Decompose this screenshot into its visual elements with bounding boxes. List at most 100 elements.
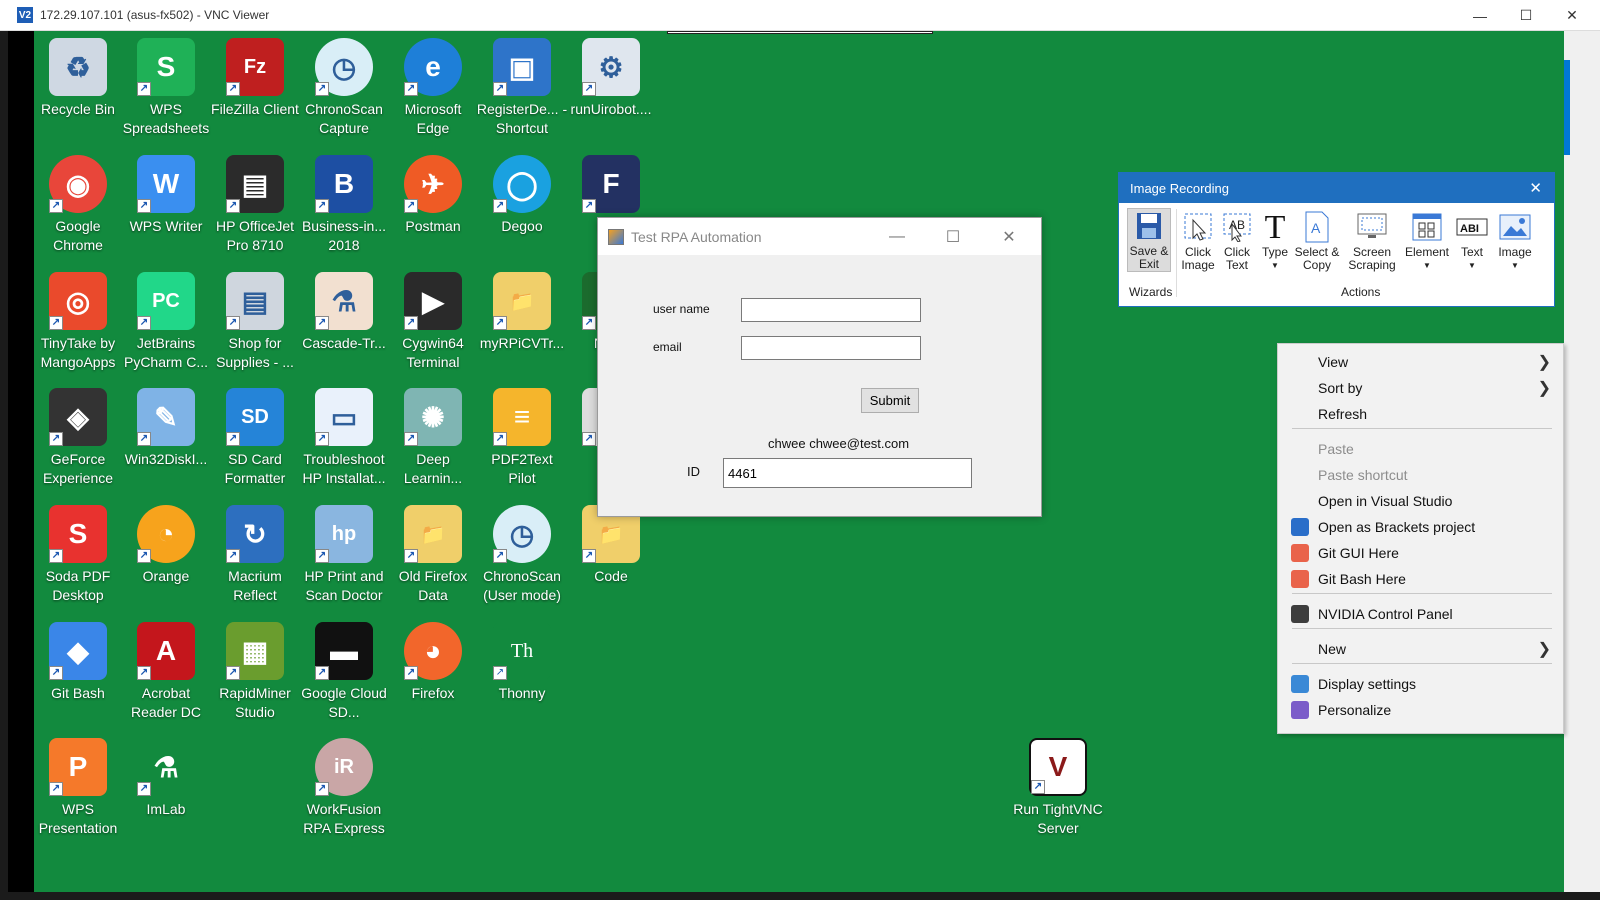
click-image-button[interactable]: Click Image	[1176, 210, 1220, 272]
menu-item-new[interactable]: New ❯	[1278, 636, 1565, 662]
test-minimize-button[interactable]: —	[874, 218, 920, 255]
desktop-icon-imlab[interactable]: ⚗ ↗ ImLab	[120, 738, 212, 819]
element-dropdown-icon: ▼	[1423, 261, 1431, 270]
disk-imager-icon: ✎ ↗	[137, 388, 195, 446]
menu-item-display-settings[interactable]: Display settings	[1278, 671, 1565, 697]
workfusion-icon: iR ↗	[315, 738, 373, 796]
image-recording-close-button[interactable]: ✕	[1529, 179, 1542, 197]
image-label: Image	[1498, 245, 1532, 259]
menu-item-refresh[interactable]: Refresh	[1278, 401, 1565, 427]
desktop-icon-macrium[interactable]: ↻ ↗ Macrium Reflect	[209, 505, 301, 605]
desktop-icon-label: ChronoScan (User mode)	[483, 568, 561, 603]
shortcut-arrow-icon: ↗	[226, 82, 240, 96]
desktop-icon-thonny[interactable]: Th ↗ Thonny	[476, 622, 568, 703]
folder-icon: 📁 ↗	[493, 272, 551, 330]
desktop-icon-degoo[interactable]: ◯ ↗ Degoo	[476, 155, 568, 236]
desktop-icon-myrpicvtr[interactable]: 📁 ↗ myRPiCVTr...	[476, 272, 568, 353]
desktop-icon-win32diski[interactable]: ✎ ↗ Win32DiskI...	[120, 388, 212, 469]
desktop-icon-filezilla[interactable]: Fz ↗ FileZilla Client	[209, 38, 301, 119]
vnc-maximize-button[interactable]: ☐	[1503, 0, 1549, 31]
desktop-icon-recycle-bin[interactable]: ♻ Recycle Bin	[32, 38, 124, 119]
test-rpa-title-bar[interactable]: Test RPA Automation — ☐ ✕	[598, 218, 1041, 255]
image-recording-header[interactable]: Image Recording ✕	[1119, 173, 1554, 203]
chevron-right-icon: ❯	[1537, 380, 1551, 397]
desktop-icon-wps-writer[interactable]: W ↗ WPS Writer	[120, 155, 212, 236]
desktop-icon-shop-supplies[interactable]: ▤ ↗ Shop for Supplies - ...	[209, 272, 301, 372]
desktop-icon-soda-pdf[interactable]: S ↗ Soda PDF Desktop	[32, 505, 124, 605]
desktop-icon-run-tightvnc[interactable]: V ↗ Run TightVNC Server	[1012, 738, 1104, 838]
desktop-icon-sd-formatter[interactable]: SD ↗ SD Card Formatter	[209, 388, 301, 488]
desktop-icon-business-in[interactable]: B ↗ Business-in... 2018	[298, 155, 390, 255]
desktop-icon-runuirobot[interactable]: ⚙ ↗ runUirobot....	[565, 38, 657, 119]
text-button[interactable]: ABI Text ▼	[1450, 210, 1494, 272]
username-input[interactable]	[741, 298, 921, 322]
icon-glyph: F	[602, 168, 620, 199]
desktop-icon-troubleshoot-hp[interactable]: ▭ ↗ Troubleshoot HP Installat...	[298, 388, 390, 488]
desktop-icon-label: Git Bash	[51, 685, 105, 701]
menu-item-git-bash-here[interactable]: Git Bash Here	[1278, 566, 1565, 592]
desktop-icon-hp-officejet[interactable]: ▤ ↗ HP OfficeJet Pro 8710	[209, 155, 301, 255]
desktop-icon-label: ImLab	[146, 801, 186, 817]
chevron-right-icon: ❯	[1537, 641, 1551, 658]
desktop-icon-chronoscan-user[interactable]: ◷ ↗ ChronoScan (User mode)	[476, 505, 568, 605]
desktop-icon-cascade[interactable]: ⚗ ↗ Cascade-Tr...	[298, 272, 390, 353]
desktop-icon-rapidminer[interactable]: ▦ ↗ RapidMiner Studio	[209, 622, 301, 722]
icon-glyph: e	[425, 51, 441, 82]
desktop-icon-code[interactable]: 📁 ↗ Code	[565, 505, 657, 586]
id-label: ID	[687, 464, 700, 479]
desktop-icon-cygwin[interactable]: ▶ ↗ Cygwin64 Terminal	[387, 272, 479, 372]
menu-item-label: Open as Brackets project	[1318, 519, 1476, 535]
desktop-icon-postman[interactable]: ✈ ↗ Postman	[387, 155, 479, 236]
test-close-button[interactable]: ✕	[986, 218, 1032, 255]
vnc-title-bar[interactable]: V2 172.29.107.101 (asus-fx502) - VNC Vie…	[0, 0, 1600, 31]
desktop-icon-firefox[interactable]: ◕ ↗ Firefox	[387, 622, 479, 703]
desktop-icon-wps-spreadsheets[interactable]: S ↗ WPS Spreadsheets	[120, 38, 212, 138]
desktop-icon-pdf2text[interactable]: ≡ ↗ PDF2Text Pilot	[476, 388, 568, 488]
desktop-icon-geforce[interactable]: ◈ ↗ GeForce Experience	[32, 388, 124, 488]
vnc-minimize-button[interactable]: —	[1457, 0, 1503, 31]
menu-item-personalize[interactable]: Personalize	[1278, 697, 1565, 723]
desktop-icon-workfusion[interactable]: iR ↗ WorkFusion RPA Express	[298, 738, 390, 838]
desktop-icon-pycharm[interactable]: PC ↗ JetBrains PyCharm C...	[120, 272, 212, 372]
email-input[interactable]	[741, 336, 921, 360]
submit-button[interactable]: Submit	[861, 388, 919, 413]
image-recording-panel: Image Recording ✕ Save & Exit Click Imag…	[1118, 172, 1555, 307]
desktop-icon-acrobat[interactable]: A ↗ Acrobat Reader DC	[120, 622, 212, 722]
screen-scraping-button[interactable]: Screen Scraping	[1343, 210, 1401, 272]
shortcut-arrow-icon: ↗	[49, 666, 63, 680]
desktop-icon-git-bash[interactable]: ◆ ↗ Git Bash	[32, 622, 124, 703]
desktop-icon-registerde[interactable]: ▣ ↗ RegisterDe... - Shortcut	[476, 38, 568, 138]
rapidminer-icon: ▦ ↗	[226, 622, 284, 680]
menu-item-git-gui[interactable]: Git GUI Here	[1278, 540, 1565, 566]
desktop-icon-google-cloud-sdk[interactable]: ▬ ↗ Google Cloud SD...	[298, 622, 390, 722]
menu-item-open-visual-studio[interactable]: Open in Visual Studio	[1278, 488, 1565, 514]
vnc-close-button[interactable]: ✕	[1549, 0, 1595, 31]
desktop-icon-deep-learning[interactable]: ✺ ↗ Deep Learnin...	[387, 388, 479, 488]
svg-text:A: A	[1311, 220, 1321, 236]
menu-item-open-brackets[interactable]: Open as Brackets project	[1278, 514, 1565, 540]
menu-item-sort-by[interactable]: Sort by ❯	[1278, 375, 1565, 401]
id-input[interactable]	[723, 458, 972, 488]
desktop-icon-label: JetBrains PyCharm C...	[123, 335, 208, 370]
desktop-icon-wps-presentation[interactable]: P ↗ WPS Presentation	[32, 738, 124, 838]
save-exit-button[interactable]: Save & Exit	[1127, 208, 1171, 272]
desktop-icon-tinytake[interactable]: ◎ ↗ TinyTake by MangoApps	[32, 272, 124, 372]
sd-card-icon: SD ↗	[226, 388, 284, 446]
desktop-icon-chronoscan-capture[interactable]: ◷ ↗ ChronoScan Capture	[298, 38, 390, 138]
image-button[interactable]: Image ▼	[1490, 210, 1540, 272]
desktop-icon-google-chrome[interactable]: ◉ ↗ Google Chrome	[32, 155, 124, 255]
icon-glyph: ◷	[509, 518, 535, 550]
desktop-icon-hp-print-scan[interactable]: hp ↗ HP Print and Scan Doctor	[298, 505, 390, 605]
menu-item-view[interactable]: View ❯	[1278, 349, 1565, 375]
menu-item-nvidia[interactable]: NVIDIA Control Panel	[1278, 601, 1565, 627]
type-button[interactable]: T Type ▼	[1253, 210, 1297, 272]
text-dropdown-icon: ▼	[1468, 261, 1476, 270]
select-copy-button[interactable]: A Select & Copy	[1293, 210, 1341, 272]
menu-item-paste[interactable]: Paste	[1278, 436, 1565, 462]
desktop-icon-old-firefox[interactable]: 📁 ↗ Old Firefox Data	[387, 505, 479, 605]
menu-item-paste-shortcut[interactable]: Paste shortcut	[1278, 462, 1565, 488]
element-button[interactable]: Element ▼	[1401, 210, 1453, 272]
desktop-icon-microsoft-edge[interactable]: e ↗ Microsoft Edge	[387, 38, 479, 138]
test-maximize-button[interactable]: ☐	[930, 218, 976, 255]
desktop-icon-orange[interactable]: ◔ ↗ Orange	[120, 505, 212, 586]
